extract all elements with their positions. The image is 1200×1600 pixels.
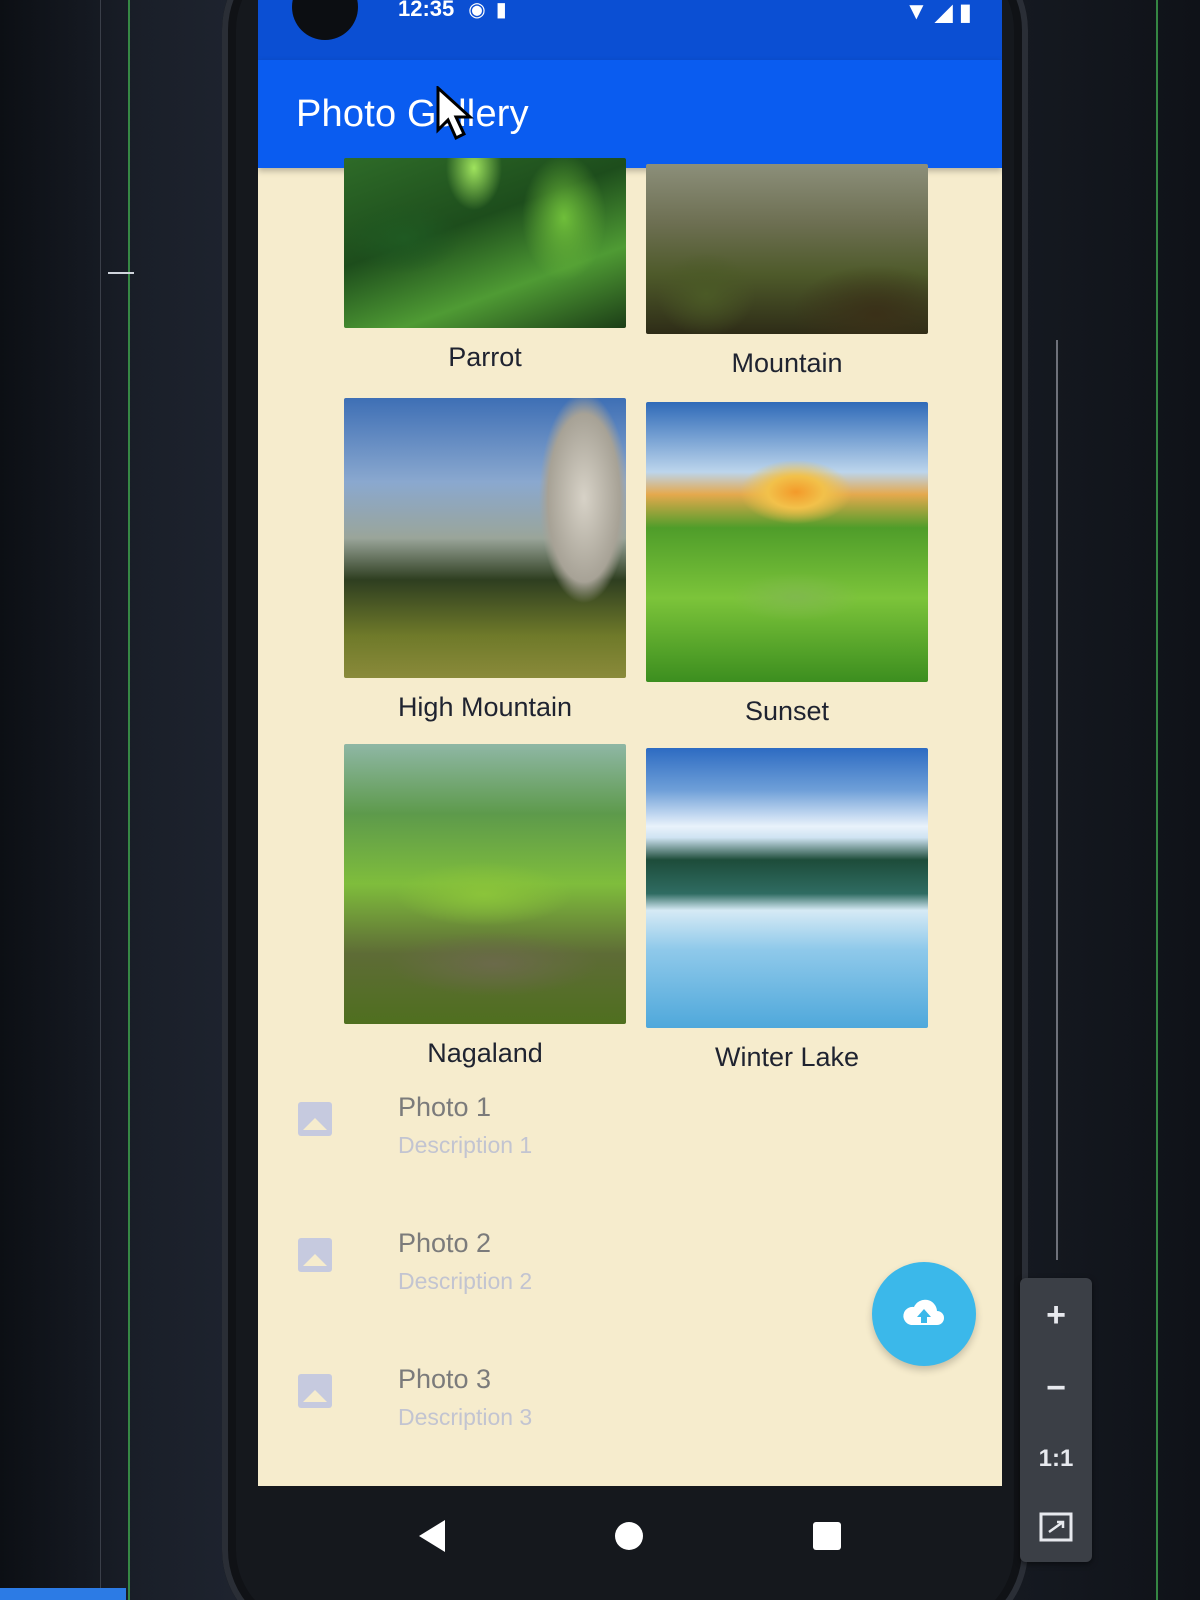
app-bar: Photo Gallery bbox=[258, 60, 1002, 168]
gallery-item-mountain[interactable]: Mountain bbox=[646, 164, 928, 379]
fit-screen-icon[interactable] bbox=[1039, 1512, 1073, 1542]
system-nav-bar bbox=[258, 1486, 1002, 1586]
gallery-item-nagaland[interactable]: Nagaland bbox=[344, 744, 626, 1069]
cloud-upload-icon bbox=[903, 1299, 944, 1325]
zoom-in-button[interactable]: + bbox=[1046, 1298, 1066, 1332]
emulator-device: 12:35 ◉ ▮ ▼ ◢ ▮ Photo Gallery Parrot Mou… bbox=[222, 0, 1028, 1600]
recents-icon[interactable] bbox=[813, 1522, 841, 1550]
photo-caption: Nagaland bbox=[427, 1038, 543, 1068]
photo-thumbnail[interactable] bbox=[646, 164, 928, 334]
status-time: 12:35 bbox=[398, 0, 455, 21]
photo-caption: Mountain bbox=[731, 348, 843, 378]
signal-icon: ◢ bbox=[934, 0, 953, 26]
photo-thumbnail[interactable] bbox=[344, 158, 626, 328]
front-camera bbox=[292, 0, 358, 40]
list-item-title: Photo 1 bbox=[398, 1092, 492, 1122]
gallery-item-parrot[interactable]: Parrot bbox=[344, 158, 626, 373]
mouse-cursor-icon bbox=[436, 86, 474, 141]
upload-fab-button[interactable] bbox=[872, 1262, 976, 1366]
taskbar-item[interactable] bbox=[0, 1588, 126, 1600]
list-item-description: Description 2 bbox=[398, 1268, 533, 1294]
image-icon bbox=[298, 1102, 332, 1136]
photo-thumbnail[interactable] bbox=[646, 748, 928, 1028]
photo-thumbnail[interactable] bbox=[646, 402, 928, 682]
back-icon[interactable] bbox=[419, 1520, 445, 1552]
image-icon bbox=[298, 1238, 332, 1272]
zoom-out-button[interactable]: − bbox=[1046, 1371, 1066, 1405]
guide-line-left bbox=[128, 0, 130, 1600]
list-item[interactable]: Photo 1 Description 1 bbox=[258, 1092, 1002, 1228]
gallery-item-sunset[interactable]: Sunset bbox=[646, 402, 928, 727]
photo-caption: High Mountain bbox=[397, 692, 573, 722]
list-item-title: Photo 2 bbox=[398, 1228, 492, 1258]
page-title: Photo Gallery bbox=[296, 92, 529, 135]
status-bar: 12:35 ◉ ▮ ▼ ◢ ▮ bbox=[258, 0, 1002, 60]
gallery-item-winter-lake[interactable]: Winter Lake bbox=[646, 748, 928, 1073]
home-icon[interactable] bbox=[615, 1522, 643, 1550]
photo-thumbnail[interactable] bbox=[344, 744, 626, 1024]
guide-line-right bbox=[1156, 0, 1158, 1600]
zoom-reset-button[interactable]: 1:1 bbox=[1039, 1445, 1074, 1473]
emulator-zoom-controls: + − 1:1 bbox=[1020, 1278, 1092, 1562]
battery-icon: ▮ bbox=[958, 0, 972, 26]
notification-icon: ◉ bbox=[468, 0, 486, 21]
wifi-icon: ▼ bbox=[904, 0, 929, 25]
photo-caption: Winter Lake bbox=[714, 1042, 860, 1072]
list-item[interactable]: Photo 3 Description 3 bbox=[258, 1364, 1002, 1486]
list-item-description: Description 3 bbox=[398, 1404, 533, 1430]
image-icon bbox=[298, 1374, 332, 1408]
list-item-description: Description 1 bbox=[398, 1132, 533, 1158]
window-edge bbox=[100, 0, 101, 1600]
list-item-title: Photo 3 bbox=[398, 1364, 492, 1394]
sd-card-icon: ▮ bbox=[495, 0, 507, 21]
photo-caption: Parrot bbox=[448, 342, 522, 372]
ruler-tick bbox=[108, 272, 134, 274]
device-screen: 12:35 ◉ ▮ ▼ ◢ ▮ Photo Gallery Parrot Mou… bbox=[258, 0, 1002, 1486]
ruler-line bbox=[1056, 340, 1058, 1260]
gallery-item-high-mountain[interactable]: High Mountain bbox=[344, 398, 626, 723]
photo-thumbnail[interactable] bbox=[344, 398, 626, 678]
photo-caption: Sunset bbox=[744, 696, 830, 726]
